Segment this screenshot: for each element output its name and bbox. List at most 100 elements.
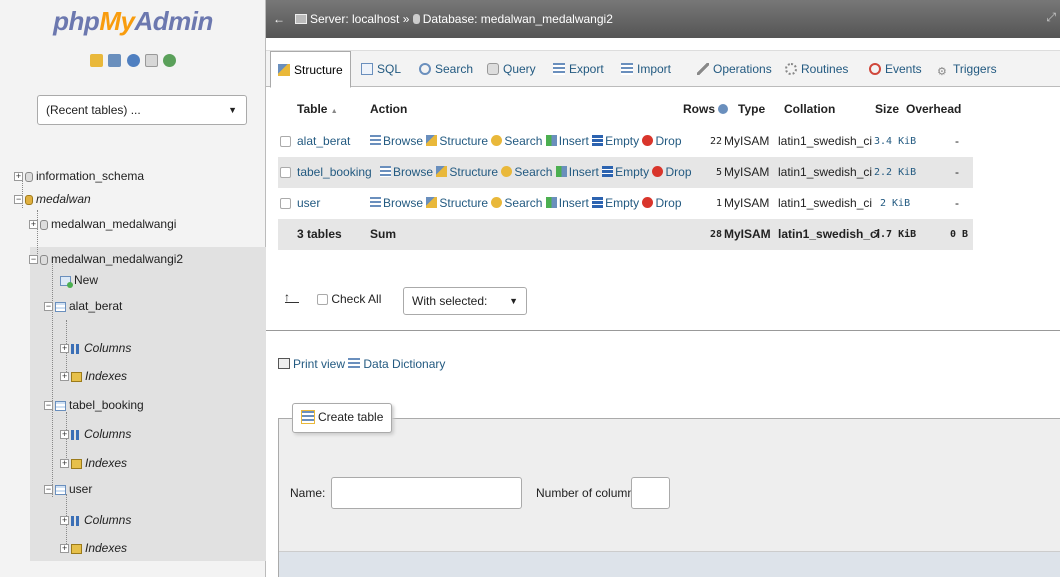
collapse-icon[interactable]: − [29,255,38,265]
tree-item-indexes[interactable]: + Indexes [60,366,127,386]
phpmyadmin-logo[interactable]: phpMyAdmin [0,6,266,37]
row-collation: latin1_swedish_ci [778,134,873,148]
tree-item-columns[interactable]: + Columns [60,510,131,530]
tree-item-alat-berat[interactable]: − alat_berat [44,296,122,316]
tab-query[interactable]: Query [480,51,543,87]
check-all-checkbox[interactable] [317,294,328,306]
with-selected-select[interactable]: With selected: ▼ [403,287,527,315]
tab-routines[interactable]: Routines [778,51,855,87]
tab-search[interactable]: Search [412,51,480,87]
help-icon[interactable] [126,54,140,68]
summary-label: Sum [370,227,397,241]
tree-item-medalwan-medalwangi[interactable]: + medalwan_medalwangi [29,214,176,234]
tab-import[interactable]: Import [614,51,678,87]
tree-item-indexes[interactable]: + Indexes [60,538,127,558]
reload-icon[interactable] [163,54,177,68]
header-table[interactable]: Table ▲ [297,94,338,124]
menu-arrow-icon[interactable]: ⤢ [1046,10,1056,25]
collapse-icon[interactable]: − [44,485,53,495]
tree-item-columns[interactable]: + Columns [60,338,131,358]
table-name-link[interactable]: tabel_booking [297,157,372,188]
expand-icon[interactable]: + [29,220,38,230]
new-table-icon [301,410,315,424]
num-columns-input[interactable] [631,477,670,509]
tab-export[interactable]: Export [546,51,611,87]
expand-icon[interactable]: + [60,344,69,354]
browse-link[interactable]: Browse [383,134,423,148]
expand-icon[interactable]: + [60,459,69,469]
drop-link[interactable]: Drop [665,165,691,179]
structure-link[interactable]: Structure [449,165,498,179]
breadcrumb-bar: ← Server: localhost » Database: medalwan… [266,0,1060,38]
insert-link[interactable]: Insert [569,165,599,179]
collapse-icon[interactable]: − [14,195,23,205]
expand-icon[interactable]: + [60,544,69,554]
empty-link[interactable]: Empty [605,134,639,148]
tree-item-columns[interactable]: + Columns [60,424,131,444]
clock-icon [869,63,881,75]
browse-link[interactable]: Browse [393,165,433,179]
row-size[interactable]: 2 KiB [880,188,910,219]
search-link[interactable]: Search [504,196,542,210]
drop-link[interactable]: Drop [655,196,681,210]
row-size[interactable]: 3.4 KiB [874,126,916,157]
expand-icon[interactable]: + [60,516,69,526]
import-icon [621,63,633,75]
table-name-link[interactable]: user [297,188,320,219]
tab-events[interactable]: Events [862,51,929,87]
expand-icon[interactable]: + [60,430,69,440]
structure-link[interactable]: Structure [439,196,488,210]
docs-icon[interactable] [144,54,158,68]
navigation-panel: phpMyAdmin (Recent tables) ... ▼ + informa… [0,0,266,577]
exit-icon[interactable] [108,54,122,68]
data-dictionary-link[interactable]: Data Dictionary [363,357,445,371]
row-checkbox[interactable] [280,126,291,157]
database-icon [40,254,48,265]
print-view-link[interactable]: Print view [293,357,345,371]
expand-icon[interactable]: + [60,372,69,382]
row-checkbox[interactable] [280,188,291,219]
structure-link[interactable]: Structure [439,134,488,148]
row-checkbox[interactable] [280,157,291,188]
collapse-icon[interactable]: − [44,401,53,411]
row-type: MyISAM [724,196,770,210]
tab-structure[interactable]: Structure [270,51,351,88]
tree-item-medalwan-medalwangi2[interactable]: − medalwan_medalwangi2 [29,249,183,269]
collapse-icon[interactable]: − [44,302,53,312]
tree-item-new[interactable]: New [60,270,98,290]
browse-link[interactable]: Browse [383,196,423,210]
drop-link[interactable]: Drop [655,134,681,148]
table-name-link[interactable]: alat_berat [297,126,350,157]
check-all[interactable]: ↑ Check All [284,290,382,306]
recent-tables-select[interactable]: (Recent tables) ... ▼ [37,95,247,125]
search-icon [491,135,503,146]
empty-link[interactable]: Empty [615,165,649,179]
search-link[interactable]: Search [504,134,542,148]
table-name-input[interactable] [331,477,522,509]
browse-icon [370,197,381,208]
insert-icon [545,135,557,146]
breadcrumb-database[interactable]: Database: medalwan_medalwangi2 [423,12,613,26]
collapse-nav-icon[interactable]: ← [273,12,285,26]
sql-icon [361,63,373,75]
row-size[interactable]: 2.2 KiB [874,157,916,188]
tree-item-indexes[interactable]: + Indexes [60,453,127,473]
tree-item-medalwan[interactable]: − medalwan [14,189,91,209]
check-all-label: Check All [331,292,382,306]
tree-item-information-schema[interactable]: + information_schema [14,166,144,186]
tree-item-tabel-booking[interactable]: − tabel_booking [44,395,144,415]
header-label: Rows [683,102,716,116]
tab-sql[interactable]: SQL [354,51,408,87]
tree-item-user[interactable]: − user [44,479,92,499]
summary-type: MyISAM [724,227,771,241]
insert-link[interactable]: Insert [559,196,589,210]
search-link[interactable]: Search [514,165,552,179]
tab-triggers[interactable]: ⚙ Triggers [930,51,1004,87]
expand-icon[interactable]: + [14,172,23,182]
insert-link[interactable]: Insert [559,134,589,148]
help-icon[interactable] [718,104,729,114]
empty-link[interactable]: Empty [605,196,639,210]
tab-operations[interactable]: Operations [690,51,779,87]
breadcrumb-server[interactable]: Server: localhost [310,12,399,26]
home-icon[interactable] [89,54,103,68]
